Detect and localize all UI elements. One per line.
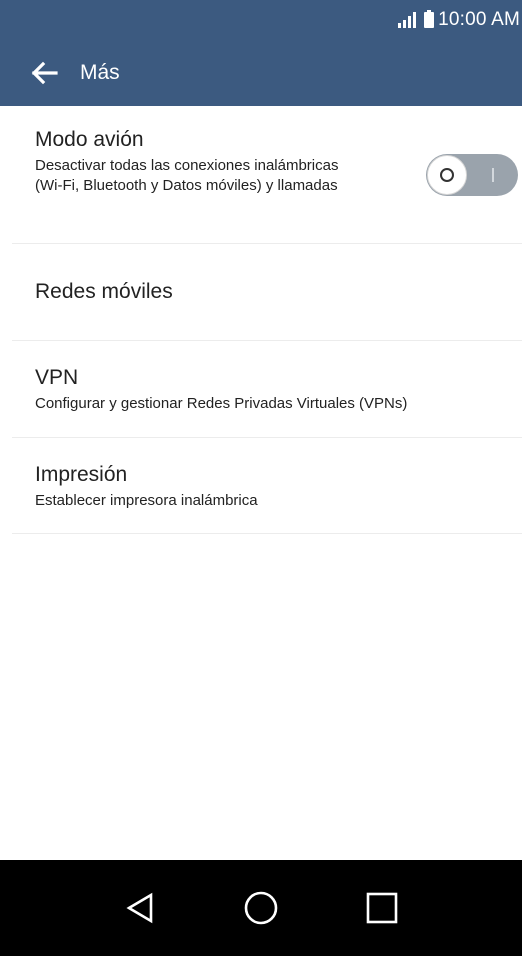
vpn-item[interactable]: VPN Configurar y gestionar Redes Privada… [12,341,522,438]
printing-description: Establecer impresora inalámbrica [35,492,258,509]
recents-square-icon [366,892,397,924]
toggle-on-mark [492,168,494,182]
signal-icon [398,12,417,28]
arrow-left-icon [31,61,58,85]
airplane-mode-item[interactable]: Modo avión Desactivar todas las conexion… [12,106,522,244]
vpn-description: Configurar y gestionar Redes Privadas Vi… [35,395,408,412]
home-circle-icon [244,891,278,925]
toggle-knob [427,155,467,195]
airplane-mode-toggle[interactable] [426,154,518,196]
nav-home-button[interactable] [231,878,291,938]
app-bar: Más [0,40,522,106]
settings-list: Modo avión Desactivar todas las conexion… [0,106,522,534]
page-title: Más [80,61,120,84]
printing-title: Impresión [35,463,128,486]
airplane-mode-title: Modo avión [35,128,144,151]
nav-recents-button[interactable] [352,878,412,938]
mobile-networks-title: Redes móviles [35,280,173,303]
status-time: 10:00 AM [438,9,520,30]
status-bar: 10:00 AM [0,0,522,40]
toggle-off-mark [440,168,454,182]
navigation-bar [0,860,522,956]
back-triangle-icon [126,892,153,924]
airplane-mode-description: Desactivar todas las conexiones inalámbr… [35,157,339,194]
screen: 10:00 AM Más Modo avión Desactivar todas… [0,0,522,956]
vpn-title: VPN [35,366,79,389]
printing-item[interactable]: Impresión Establecer impresora inalámbri… [12,438,522,534]
nav-back-button[interactable] [110,878,170,938]
back-button[interactable] [26,55,62,91]
mobile-networks-item[interactable]: Redes móviles [12,244,522,341]
battery-icon [424,10,435,28]
